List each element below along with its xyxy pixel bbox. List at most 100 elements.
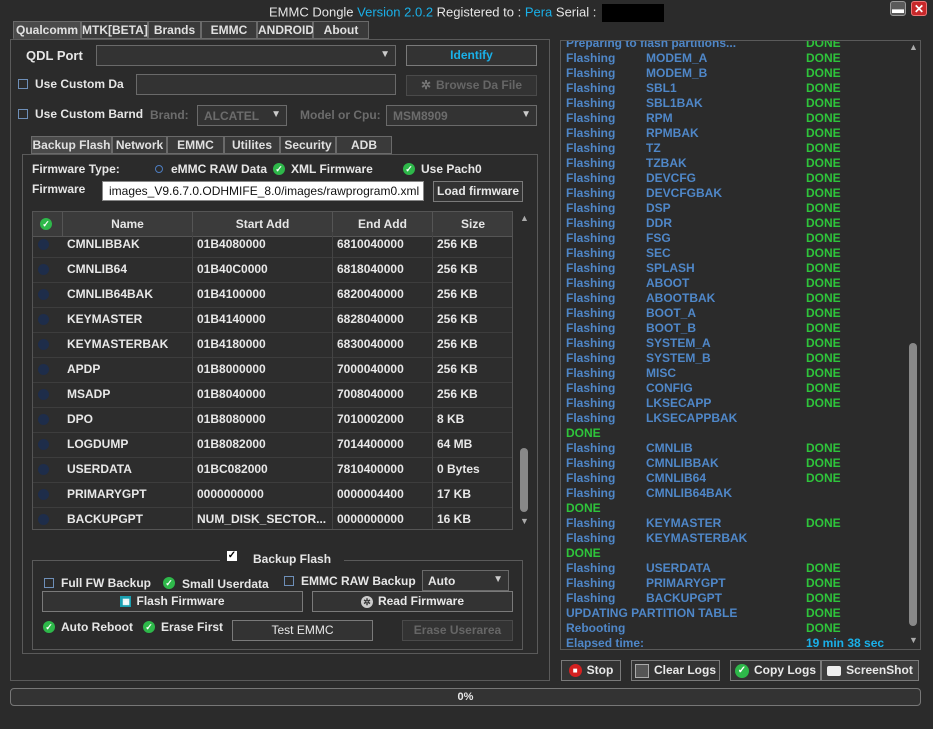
- close-button[interactable]: ✕: [911, 1, 927, 16]
- subtab-backup-flash[interactable]: Backup Flash: [31, 136, 112, 154]
- cell-end-add: 6810040000: [333, 232, 433, 257]
- stop-button[interactable]: ■ Stop: [561, 660, 621, 681]
- log-action: Flashing: [566, 576, 616, 590]
- row-select-radio[interactable]: [38, 414, 49, 425]
- progress-label: 0%: [457, 691, 474, 703]
- log-action: Flashing: [566, 516, 616, 530]
- row-select-radio[interactable]: [38, 314, 49, 325]
- load-firmware-button[interactable]: Load firmware: [433, 181, 523, 202]
- cell-end-add: 7008040000: [333, 382, 433, 407]
- table-row[interactable]: CMNLIBBAK 01B4080000 6810040000 256 KB: [33, 232, 512, 258]
- table-row[interactable]: APDP 01B8000000 7000040000 256 KB: [33, 357, 512, 383]
- identify-button[interactable]: Identify: [406, 45, 537, 66]
- xml-firmware-label: XML Firmware: [291, 162, 373, 176]
- stop-icon: ■: [568, 664, 582, 678]
- erase-first-checkbox[interactable]: ✓: [143, 621, 155, 633]
- brand-select[interactable]: ALCATEL ▼: [197, 105, 287, 126]
- row-select-radio[interactable]: [38, 389, 49, 400]
- screenshot-label: ScreenShot: [846, 663, 913, 677]
- flash-firmware-label: Flash Firmware: [136, 594, 225, 608]
- table-row[interactable]: PRIMARYGPT 0000000000 0000004400 17 KB: [33, 482, 512, 508]
- cell-start-add: 01B8082000: [193, 432, 333, 457]
- test-emmc-button[interactable]: Test EMMC: [232, 620, 373, 641]
- table-row[interactable]: LOGDUMP 01B8082000 7014400000 64 MB: [33, 432, 512, 458]
- subtab-network[interactable]: Network: [112, 136, 167, 154]
- scroll-down-icon[interactable]: ▼: [909, 635, 918, 645]
- firmware-path-input[interactable]: images_V9.6.7.0.ODHMIFE_8.0/images/rawpr…: [102, 181, 424, 201]
- row-select-radio[interactable]: [38, 239, 49, 250]
- custom-da-checkbox[interactable]: [18, 79, 28, 89]
- backup-flash-checkbox[interactable]: ✓: [227, 551, 237, 561]
- subtab-utilites[interactable]: Utilites: [224, 136, 280, 154]
- row-select-radio[interactable]: [38, 514, 49, 525]
- subtab-adb[interactable]: ADB: [336, 136, 392, 154]
- log-partition: SYSTEM_A: [646, 336, 711, 350]
- read-firmware-button[interactable]: ✲ Read Firmware: [312, 591, 513, 612]
- copy-logs-button[interactable]: ✓ Copy Logs: [730, 660, 821, 681]
- use-patch-checkbox[interactable]: ✓: [403, 163, 415, 175]
- log-partition: BOOT_B: [646, 321, 697, 335]
- table-row[interactable]: DPO 01B8080000 7010002000 8 KB: [33, 407, 512, 433]
- table-row[interactable]: KEYMASTER 01B4140000 6828040000 256 KB: [33, 307, 512, 333]
- gear-icon: ✲: [360, 595, 373, 608]
- scroll-up-icon[interactable]: ▲: [909, 42, 918, 52]
- table-row[interactable]: MSADP 01B8040000 7008040000 256 KB: [33, 382, 512, 408]
- log-partition: DEVCFGBAK: [646, 186, 723, 200]
- row-select-radio[interactable]: [38, 489, 49, 500]
- browse-da-button[interactable]: ✲ Browse Da File: [406, 75, 537, 96]
- qdl-port-select[interactable]: ▼: [96, 45, 396, 66]
- log-scrollbar[interactable]: ▲ ▼: [906, 41, 920, 649]
- emmc-raw-backup-checkbox[interactable]: [284, 576, 294, 586]
- auto-reboot-checkbox[interactable]: ✓: [43, 621, 55, 633]
- raw-data-radio[interactable]: [155, 165, 163, 173]
- tab-about[interactable]: About: [313, 21, 369, 39]
- table-row[interactable]: BACKUPGPT NUM_DISK_SECTOR... 0000000000 16 …: [33, 507, 512, 529]
- model-select[interactable]: MSM8909 ▼: [386, 105, 537, 126]
- screenshot-button[interactable]: ScreenShot: [821, 660, 919, 681]
- table-row[interactable]: KEYMASTERBAK 01B4180000 6830040000 256 KB: [33, 332, 512, 358]
- backup-mode-select[interactable]: Auto ▼: [422, 570, 509, 591]
- subtab-emmc[interactable]: EMMC: [167, 136, 224, 154]
- table-scroll-thumb[interactable]: [520, 448, 528, 512]
- row-select-radio[interactable]: [38, 364, 49, 375]
- row-select-radio[interactable]: [38, 339, 49, 350]
- tab-emmc[interactable]: EMMC: [201, 21, 257, 39]
- subtab-security[interactable]: Security: [280, 136, 336, 154]
- minimize-button[interactable]: ▬: [890, 1, 906, 16]
- custom-brand-checkbox[interactable]: [18, 109, 28, 119]
- log-status: DONE: [806, 306, 841, 320]
- row-select-radio[interactable]: [38, 439, 49, 450]
- row-select-radio[interactable]: [38, 289, 49, 300]
- title-bar: EMMC Dongle Version 2.0.2 Registered to …: [0, 0, 933, 22]
- tab-mtk[interactable]: MTK[BETA]: [81, 21, 148, 39]
- log-action: Flashing: [566, 411, 616, 425]
- scroll-up-icon[interactable]: ▲: [520, 213, 529, 223]
- log-scroll-thumb[interactable]: [909, 343, 917, 626]
- log-status: 19 min 38 sec: [806, 636, 885, 650]
- brand-label: Brand:: [150, 108, 189, 122]
- check-icon: ✓: [275, 164, 283, 174]
- table-row[interactable]: USERDATA 01BC082000 7810400000 0 Bytes: [33, 457, 512, 483]
- log-action: Flashing: [566, 396, 616, 410]
- tab-brands[interactable]: Brands: [148, 21, 201, 39]
- row-select-radio[interactable]: [38, 264, 49, 275]
- table-row[interactable]: CMNLIB64 01B40C0000 6818040000 256 KB: [33, 257, 512, 283]
- small-userdata-checkbox[interactable]: ✓: [163, 577, 175, 589]
- check-icon: ✓: [45, 622, 53, 632]
- flash-firmware-button[interactable]: ▦ Flash Firmware: [42, 591, 303, 612]
- erase-userarea-button[interactable]: Erase Userarea: [402, 620, 513, 641]
- table-scrollbar[interactable]: ▲ ▼: [517, 211, 531, 530]
- log-action: DONE: [566, 546, 601, 560]
- log-action: UPDATING PARTITION TABLE: [566, 606, 738, 620]
- clear-logs-button[interactable]: Clear Logs: [631, 660, 720, 681]
- tab-qualcomm[interactable]: Qualcomm: [13, 21, 81, 39]
- scroll-down-icon[interactable]: ▼: [520, 516, 529, 526]
- row-select-radio[interactable]: [38, 464, 49, 475]
- log-status: DONE: [806, 186, 841, 200]
- xml-firmware-checkbox[interactable]: ✓: [273, 163, 285, 175]
- tab-android[interactable]: ANDROID: [257, 21, 314, 39]
- custom-da-path[interactable]: [136, 74, 396, 95]
- cell-start-add: 01B4140000: [193, 307, 333, 332]
- full-fw-backup-checkbox[interactable]: [44, 578, 54, 588]
- table-row[interactable]: CMNLIB64BAK 01B4100000 6820040000 256 KB: [33, 282, 512, 308]
